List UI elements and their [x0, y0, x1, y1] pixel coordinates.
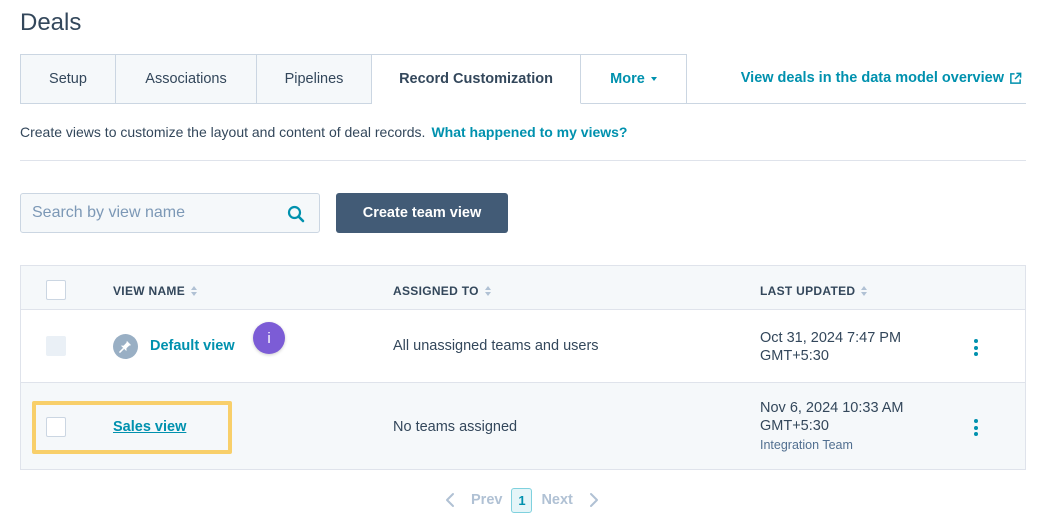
sort-icon — [191, 286, 198, 296]
tab-divider — [686, 103, 1026, 104]
prev-button[interactable]: Prev — [471, 492, 502, 508]
column-label: LAST UPDATED — [760, 284, 856, 298]
assigned-to: No teams assigned — [393, 419, 518, 435]
more-actions-icon[interactable] — [974, 419, 978, 436]
sort-icon — [861, 286, 868, 296]
updated-date: Oct 31, 2024 7:47 PM — [760, 330, 902, 346]
next-button[interactable]: Next — [541, 492, 572, 508]
last-updated: Oct 31, 2024 7:47 PM GMT+5:30 — [760, 329, 901, 365]
tab-more[interactable]: More — [581, 54, 687, 104]
page-number[interactable]: 1 — [511, 487, 533, 513]
pagination: Prev 1 Next — [443, 487, 601, 513]
pin-icon — [113, 334, 138, 359]
data-model-overview-link[interactable]: View deals in the data model overview — [741, 70, 1022, 86]
last-updated: Nov 6, 2024 10:33 AM GMT+5:30 Integratio… — [760, 399, 904, 454]
column-label: ASSIGNED TO — [393, 284, 479, 298]
search-box — [20, 193, 320, 233]
tab-associations[interactable]: Associations — [116, 54, 257, 104]
chevron-right-icon[interactable] — [587, 492, 601, 508]
more-actions-icon[interactable] — [974, 339, 978, 356]
settings-tabs: Setup Associations Pipelines Record Cust… — [20, 54, 687, 104]
external-link-icon — [1010, 72, 1022, 84]
table-row: Default view i All unassigned teams and … — [21, 310, 1025, 383]
sort-icon — [484, 286, 491, 296]
view-name-link[interactable]: Default view — [150, 338, 235, 354]
description: Create views to customize the layout and… — [20, 124, 627, 140]
chevron-left-icon[interactable] — [443, 492, 457, 508]
highlight-box — [32, 401, 232, 454]
caret-down-icon — [650, 77, 657, 81]
page-title: Deals — [20, 9, 82, 36]
tab-setup[interactable]: Setup — [20, 54, 116, 104]
info-icon[interactable]: i — [253, 322, 285, 354]
tab-pipelines[interactable]: Pipelines — [257, 54, 372, 104]
column-header-last-updated[interactable]: LAST UPDATED — [760, 284, 868, 298]
divider — [20, 160, 1026, 161]
search-input[interactable] — [21, 194, 271, 232]
updated-by: Integration Team — [760, 438, 853, 452]
data-model-link-label: View deals in the data model overview — [740, 70, 1004, 86]
tab-more-label: More — [610, 71, 645, 87]
updated-date: Nov 6, 2024 10:33 AM — [760, 400, 904, 416]
column-header-assigned-to[interactable]: ASSIGNED TO — [393, 284, 491, 298]
column-header-view-name[interactable]: VIEW NAME — [113, 284, 198, 298]
updated-timezone: GMT+5:30 — [760, 348, 829, 364]
select-all-checkbox[interactable] — [46, 280, 66, 300]
row-checkbox — [46, 336, 66, 356]
views-help-link[interactable]: What happened to my views? — [431, 124, 627, 140]
search-icon[interactable] — [287, 205, 305, 223]
column-label: VIEW NAME — [113, 284, 186, 298]
create-team-view-button[interactable]: Create team view — [336, 193, 508, 233]
tab-record-customization[interactable]: Record Customization — [372, 54, 581, 104]
updated-timezone: GMT+5:30 — [760, 418, 829, 434]
assigned-to: All unassigned teams and users — [393, 338, 599, 354]
table-header: VIEW NAME ASSIGNED TO LAST UPDATED — [21, 266, 1025, 310]
description-text: Create views to customize the layout and… — [20, 124, 426, 140]
